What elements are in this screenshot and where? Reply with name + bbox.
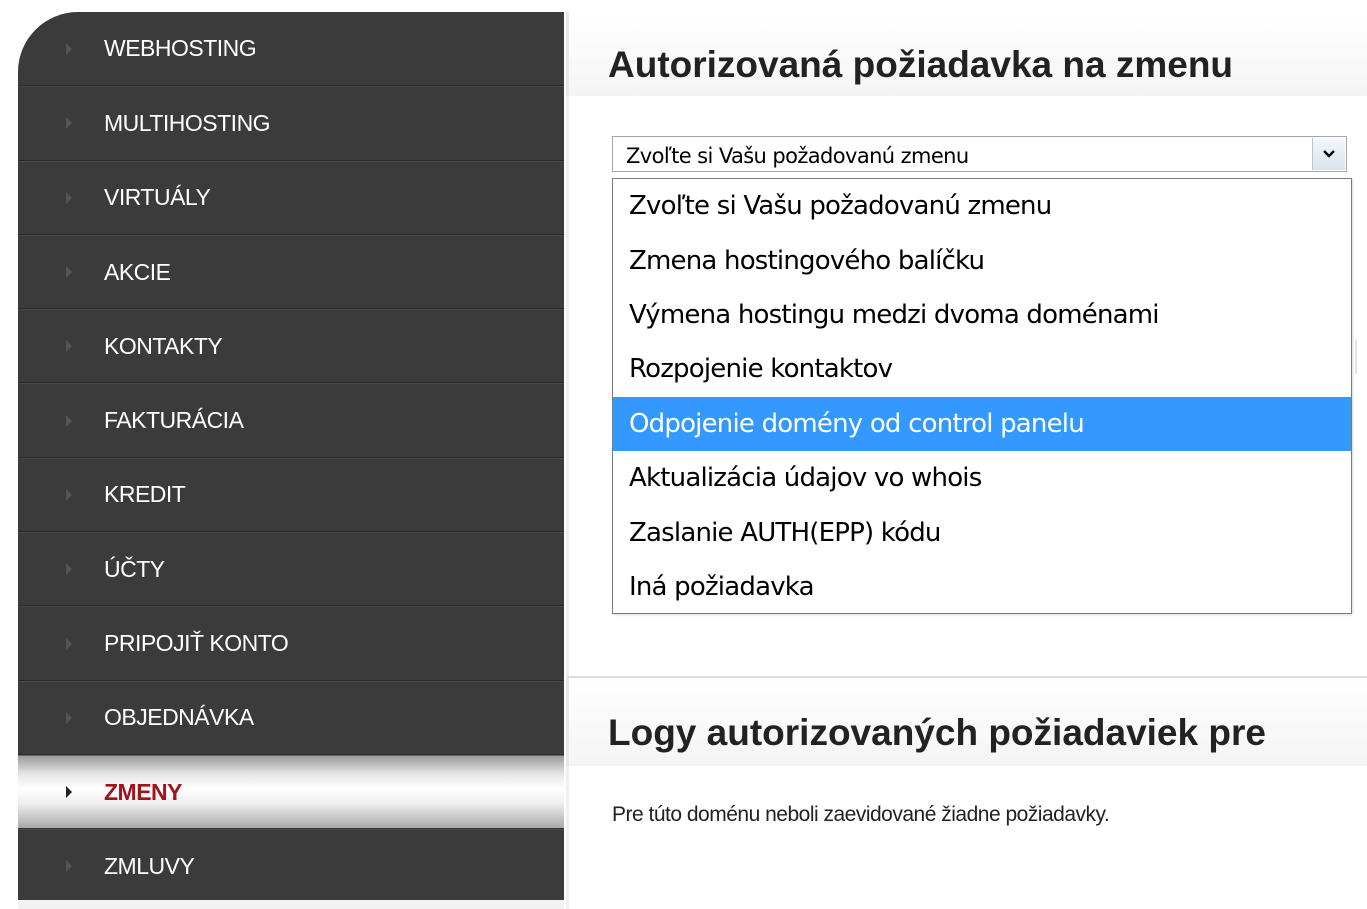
sidebar-item-label: WEBHOSTING: [104, 35, 257, 62]
sidebar-item-label: PRIPOJIŤ KONTO: [104, 630, 289, 657]
sidebar-nav: WEBHOSTING MULTIHOSTING VIRTUÁLY AKCIE K…: [18, 12, 564, 902]
sidebar-item-zmeny[interactable]: ZMENY: [18, 754, 564, 830]
arrow-right-icon: [66, 637, 72, 650]
change-request-select[interactable]: Zvoľte si Vašu požadovanú zmenu: [612, 136, 1347, 172]
sidebar-item-label: KONTAKTY: [104, 332, 223, 359]
arrow-right-icon: [66, 42, 72, 55]
sidebar-item-label: ÚČTY: [104, 555, 165, 582]
select-dropdown-button[interactable]: [1312, 138, 1345, 170]
sidebar-item-label: KREDIT: [104, 481, 186, 508]
arrow-right-icon: [66, 488, 72, 501]
sidebar-item-multihosting[interactable]: MULTIHOSTING: [18, 86, 564, 161]
sidebar-item-kontakty[interactable]: KONTAKTY: [18, 309, 564, 384]
sidebar-item-objednavka[interactable]: OBJEDNÁVKA: [18, 680, 564, 755]
sidebar-item-label: MULTIHOSTING: [104, 109, 271, 136]
logs-title: Logy autorizovaných požiadaviek pre: [608, 712, 1266, 753]
select-option[interactable]: Zmena hostingového balíčku: [613, 233, 1351, 287]
sidebar-item-label: VIRTUÁLY: [104, 184, 211, 211]
sidebar-item-zmluvy[interactable]: ZMLUVY: [18, 829, 564, 902]
sidebar-item-label: FAKTURÁCIA: [104, 407, 244, 434]
sidebar-item-akcie[interactable]: AKCIE: [18, 234, 564, 310]
select-option[interactable]: Aktualizácia údajov vo whois: [613, 451, 1351, 505]
sidebar-item-label: OBJEDNÁVKA: [104, 704, 254, 731]
chevron-down-icon: [1323, 150, 1335, 158]
select-options-list: Zvoľte si Vašu požadovanú zmenu Zmena ho…: [612, 178, 1352, 614]
sidebar-item-label: ZMLUVY: [104, 852, 195, 879]
sidebar-footer-strip: [18, 900, 564, 909]
arrow-right-icon: [66, 414, 72, 427]
select-option[interactable]: Zaslanie AUTH(EPP) kódu: [613, 505, 1351, 559]
arrow-right-icon: [66, 266, 72, 279]
sidebar-item-webhosting[interactable]: WEBHOSTING: [18, 12, 564, 87]
select-option[interactable]: Zvoľte si Vašu požadovanú zmenu: [613, 179, 1351, 233]
select-option-highlighted[interactable]: Odpojenie domény od control panelu: [613, 396, 1351, 451]
arrow-right-icon: [66, 340, 72, 353]
sidebar-item-virtualy[interactable]: VIRTUÁLY: [18, 160, 564, 235]
sidebar-item-fakturacia[interactable]: FAKTURÁCIA: [18, 383, 564, 458]
sidebar-item-pripojit-konto[interactable]: PRIPOJIŤ KONTO: [18, 606, 564, 681]
arrow-right-icon: [66, 711, 72, 724]
arrow-right-icon: [66, 786, 72, 799]
main-content: Autorizovaná požiadavka na zmenu Zvoľte …: [566, 0, 1367, 909]
sidebar-item-label: AKCIE: [104, 258, 171, 285]
sidebar-item-ucty[interactable]: ÚČTY: [18, 532, 564, 607]
arrow-right-icon: [66, 117, 72, 130]
select-option[interactable]: Výmena hostingu medzi dvoma doménami: [613, 288, 1351, 342]
select-option[interactable]: Rozpojenie kontaktov: [613, 342, 1351, 396]
select-option[interactable]: Iná požiadavka: [613, 560, 1351, 614]
content-divider: [566, 96, 569, 909]
sidebar-item-kredit[interactable]: KREDIT: [18, 457, 564, 533]
arrow-right-icon: [66, 563, 72, 576]
arrow-right-icon: [66, 860, 72, 873]
arrow-right-icon: [66, 191, 72, 204]
logs-empty-message: Pre túto doménu neboli zaevidované žiadn…: [612, 803, 1110, 826]
sidebar-item-label: ZMENY: [104, 778, 183, 805]
select-current-value: Zvoľte si Vašu požadovanú zmenu: [626, 144, 969, 168]
page-title: Autorizovaná požiadavka na zmenu: [608, 44, 1234, 85]
